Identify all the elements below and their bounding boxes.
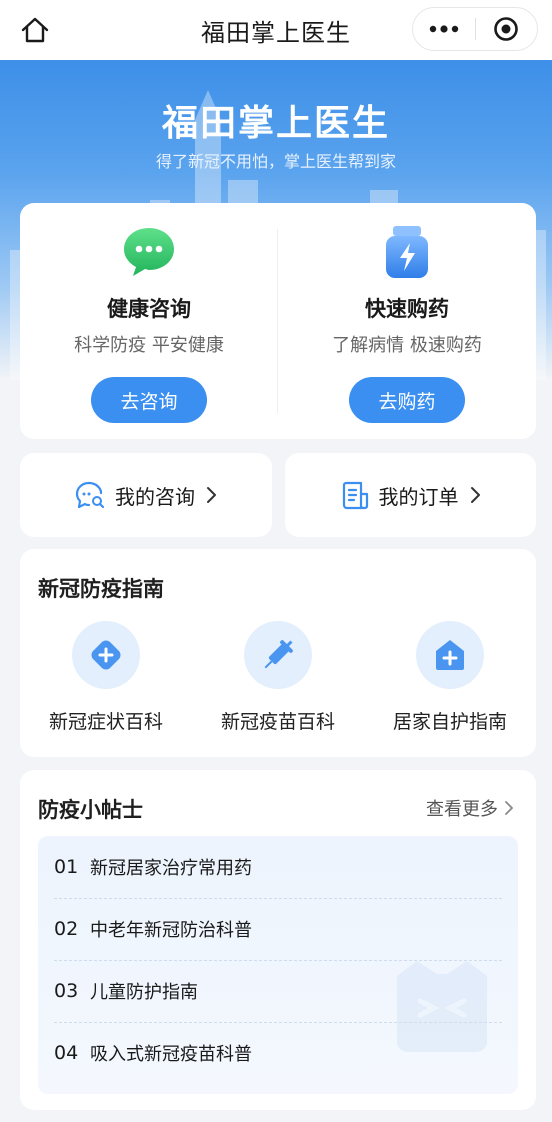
tip-number: 01: [54, 856, 79, 878]
plus-diamond-icon: [72, 621, 140, 689]
my-orders-link[interactable]: 我的订单: [285, 453, 536, 537]
my-consultations-link[interactable]: 我的咨询: [20, 453, 272, 537]
mini-program-capsule: [412, 7, 538, 51]
hero-title: 福田掌上医生: [161, 103, 390, 144]
chat-bubble-icon: [120, 223, 178, 281]
tip-text: 新冠居家治疗常用药: [90, 858, 252, 879]
go-consult-button[interactable]: 去咨询: [91, 377, 207, 423]
hero-subtitle: 得了新冠不用怕，掌上医生帮到家: [155, 152, 396, 171]
home-medical-icon: [416, 621, 484, 689]
guide-label: 居家自护指南: [392, 711, 507, 733]
order-list-icon: [342, 481, 368, 510]
go-buy-medicine-button[interactable]: 去购药: [349, 377, 465, 423]
nav-bar: 福田掌上医生: [0, 0, 552, 60]
chevron-right-icon: [470, 487, 480, 503]
feature-desc: 科学防疫 平安健康: [74, 335, 224, 356]
feature-health-consult: 健康咨询 科学防疫 平安健康 去咨询: [20, 203, 278, 439]
page-title: 福田掌上医生: [201, 18, 351, 47]
feature-title: 健康咨询: [107, 297, 191, 321]
tip-item[interactable]: 04 吸入式新冠疫苗科普: [38, 1022, 518, 1084]
guide-item-vaccine[interactable]: 新冠疫苗百科: [192, 621, 364, 734]
guide-item-home-care[interactable]: 居家自护指南: [364, 621, 536, 734]
more-dots-icon[interactable]: [413, 8, 475, 50]
tip-item[interactable]: 03 儿童防护指南: [38, 960, 518, 1022]
tip-text: 吸入式新冠疫苗科普: [90, 1044, 252, 1065]
home-icon[interactable]: [18, 14, 52, 46]
feature-buy-medicine: 快速购药 了解病情 极速购药 去购药: [278, 203, 536, 439]
guide-item-symptoms[interactable]: 新冠症状百科: [20, 621, 192, 734]
guide-label: 新冠疫苗百科: [220, 711, 335, 733]
view-more-label: 查看更多: [426, 799, 498, 820]
tips-card: 防疫小帖士 查看更多 01 新冠居家治疗常用药 02 中老年新冠防治科普 03 …: [20, 770, 536, 1110]
guide-items: 新冠症状百科 新冠疫苗百科 居家自护指南: [20, 621, 536, 734]
chevron-right-icon: [505, 801, 513, 815]
tip-number: 04: [54, 1042, 79, 1064]
view-more-link[interactable]: 查看更多: [426, 795, 514, 821]
section-title: 防疫小帖士: [38, 798, 143, 822]
quick-link-label: 我的咨询: [115, 484, 195, 509]
covid-guide-card: 新冠防疫指南 新冠症状百科 新冠疫苗百科 居家自护指南: [20, 549, 536, 757]
close-target-icon[interactable]: [476, 8, 538, 50]
guide-label: 新冠症状百科: [48, 711, 163, 733]
section-title: 新冠防疫指南: [38, 577, 164, 601]
quick-link-label: 我的订单: [378, 484, 459, 509]
tip-item[interactable]: 02 中老年新冠防治科普: [38, 898, 518, 960]
tip-text: 儿童防护指南: [90, 982, 198, 1003]
tip-item[interactable]: 01 新冠居家治疗常用药: [38, 836, 518, 898]
tips-list: 01 新冠居家治疗常用药 02 中老年新冠防治科普 03 儿童防护指南 04 吸…: [38, 836, 518, 1094]
feature-title: 快速购药: [365, 297, 449, 321]
tip-number: 03: [54, 980, 79, 1002]
consult-search-icon: [75, 481, 105, 509]
medicine-bottle-icon: [378, 223, 436, 281]
feature-desc: 了解病情 极速购药: [332, 335, 482, 356]
chevron-right-icon: [207, 487, 216, 503]
tip-number: 02: [54, 918, 79, 940]
feature-card: 健康咨询 科学防疫 平安健康 去咨询 快速购药 了解病情 极速购药 去购药: [20, 203, 536, 439]
syringe-icon: [244, 621, 312, 689]
tip-text: 中老年新冠防治科普: [90, 920, 252, 941]
